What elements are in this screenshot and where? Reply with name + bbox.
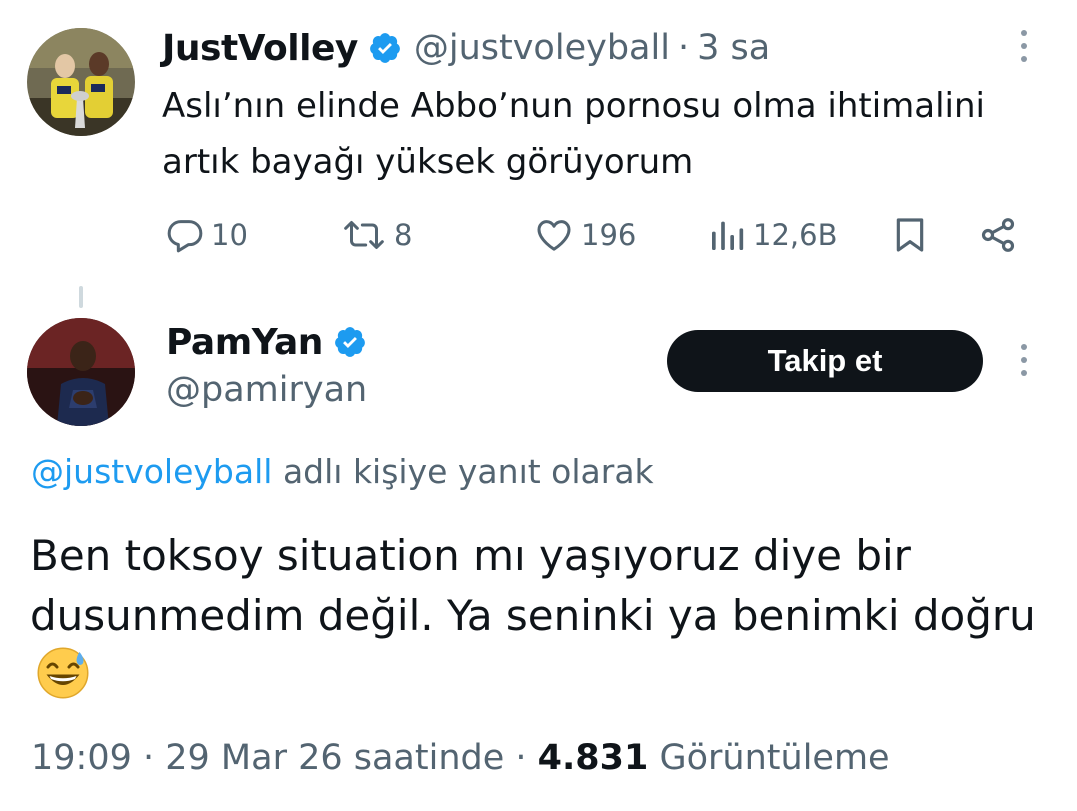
thread-connector-line [79, 286, 83, 308]
like-count: 196 [581, 218, 637, 252]
meta-separator: · [131, 738, 166, 778]
bookmark-button[interactable] [890, 208, 930, 262]
reply-icon [165, 215, 205, 255]
reply-context: @justvoleyball adlı kişiye yanıt olarak [31, 452, 654, 491]
pamyan-avatar[interactable] [27, 318, 135, 426]
heart-icon [533, 215, 575, 255]
retweet-icon [340, 215, 388, 255]
tweet2-author-name[interactable]: PamYan [166, 322, 323, 363]
views-count: 12,6B [753, 218, 838, 252]
tweet2-text: Ben toksoy situation mı yaşıyoruz diye b… [30, 531, 1036, 640]
retweet-button[interactable]: 8 [340, 208, 412, 262]
tweet1-text: Aslı’nın elinde Abbo’nun pornosu olma ih… [162, 86, 985, 182]
tweet2-name-row: PamYan [166, 318, 367, 366]
verified-badge-icon [333, 325, 367, 359]
tweet2-meta: 19:09 · 29 Mar 26 saatinde · 4.831 Görün… [31, 738, 890, 778]
retweet-count: 8 [394, 218, 413, 252]
tweet2-views-count: 4.831 [537, 738, 649, 778]
reply-mention-link[interactable]: @justvoleyball [31, 452, 272, 491]
follow-button[interactable]: Takip et [667, 330, 983, 392]
share-icon [976, 215, 1020, 255]
meta-separator: · [504, 738, 538, 778]
views-chart-icon [707, 215, 747, 255]
more-vertical-icon[interactable] [1014, 24, 1034, 68]
justvolley-avatar[interactable] [27, 28, 135, 136]
tweet1-action-bar: 10 8 196 12,6B [0, 208, 1077, 262]
tweet1-separator: · [677, 28, 690, 68]
reply-button[interactable]: 10 [165, 208, 248, 262]
bookmark-icon [890, 215, 930, 255]
tweet1-time[interactable]: 3 sa [697, 28, 770, 68]
tweet-thread: JustVolley @justvoleyball · 3 sa Aslı’nı… [0, 0, 1077, 811]
tweet2-views-label: Görüntüleme [648, 738, 890, 778]
share-button[interactable] [976, 208, 1020, 262]
tweet2-date[interactable]: 29 Mar 26 saatinde [165, 738, 504, 778]
more-vertical-icon[interactable] [1014, 338, 1034, 382]
tweet2-handle[interactable]: @pamiryan [166, 370, 367, 410]
tweet1-header: JustVolley @justvoleyball · 3 sa [162, 24, 770, 72]
grinning-face-with-sweat-emoji [36, 646, 90, 716]
like-button[interactable]: 196 [533, 208, 636, 262]
verified-badge-icon [368, 31, 402, 65]
reply-count: 10 [211, 218, 248, 252]
tweet1-handle[interactable]: @justvoleyball [414, 28, 670, 68]
tweet2-time[interactable]: 19:09 [31, 738, 132, 778]
views-button[interactable]: 12,6B [707, 208, 837, 262]
tweet1-author-name[interactable]: JustVolley [162, 28, 358, 69]
tweet2-text-block: Ben toksoy situation mı yaşıyoruz diye b… [30, 526, 1060, 716]
reply-context-text: adlı kişiye yanıt olarak [272, 452, 654, 491]
